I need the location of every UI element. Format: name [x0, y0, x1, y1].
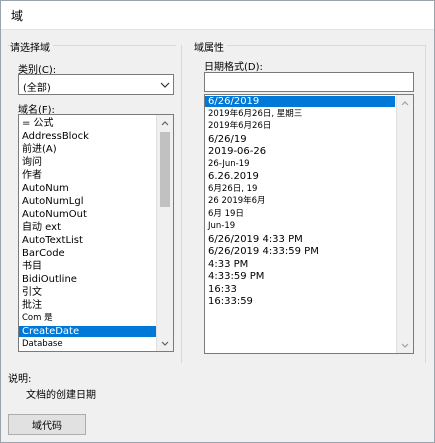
right-group-border — [194, 45, 426, 46]
field-name-item[interactable]: 引文 — [19, 287, 156, 298]
field-name-list[interactable]: Database CreateDate Com 是 批注 引文 BidiOutline 书目… — [18, 114, 174, 352]
date-format-item[interactable]: 6/26/19 — [205, 134, 395, 145]
date-format-item[interactable]: 6.26.2019 — [205, 171, 395, 182]
field-list-scrollbar[interactable] — [156, 115, 173, 351]
date-format-label: 日期格式(D): — [204, 62, 263, 73]
field-name-item[interactable]: Database — [19, 339, 156, 350]
field-name-item[interactable]: 询问 — [19, 157, 156, 168]
date-format-item[interactable]: 16:33 — [205, 284, 395, 295]
date-format-item[interactable]: 4:33 PM — [205, 259, 395, 270]
date-format-item[interactable]: 16:33:59 — [205, 296, 395, 307]
category-value: (全部) — [23, 83, 51, 94]
right-group-edge — [425, 45, 426, 363]
field-name-item[interactable]: Com 是 — [19, 313, 156, 324]
field-name-item[interactable]: BidiOutline — [19, 274, 156, 285]
date-format-item[interactable]: 2019年6月26日 — [205, 121, 395, 132]
field-name-item[interactable]: BarCode — [19, 248, 156, 259]
window-title: 域 — [11, 9, 24, 23]
date-format-item[interactable]: Jun-19 — [205, 221, 395, 232]
date-format-input[interactable] — [204, 72, 414, 92]
date-format-item[interactable]: 4:33:59 PM — [205, 271, 395, 282]
date-format-item[interactable]: 6月 19日 — [205, 209, 395, 220]
scroll-down-icon[interactable] — [157, 335, 173, 351]
field-name-item[interactable]: AutoNumOut — [19, 209, 156, 220]
date-format-item[interactable]: 6/26/2019 — [205, 96, 395, 107]
field-name-item[interactable]: AddressBlock — [19, 131, 156, 142]
scroll-up-icon[interactable] — [157, 115, 173, 131]
field-name-item[interactable]: = 公式 — [19, 118, 156, 129]
field-name-item[interactable]: AutoNum — [19, 183, 156, 194]
date-format-item[interactable]: 26-Jun-19 — [205, 159, 395, 170]
date-format-item[interactable]: 26 2019年6月 — [205, 196, 395, 207]
field-name-item[interactable]: 前进(A) — [19, 144, 156, 155]
date-format-list[interactable]: 16:33:59 16:33 4:33:59 PM 4:33 PM 6/26/2019 … — [204, 94, 414, 354]
date-format-item[interactable]: 6月26日, 19 — [205, 184, 395, 195]
scroll-up-icon[interactable] — [397, 95, 413, 111]
title-bar: 域 — [0, 0, 435, 30]
date-format-item[interactable]: 2019-06-26 — [205, 146, 395, 157]
field-name-item[interactable]: 自动 ext — [19, 222, 156, 233]
format-list-scrollbar[interactable] — [396, 95, 413, 353]
field-name-item[interactable]: 作者 — [19, 170, 156, 181]
scroll-down-icon[interactable] — [397, 337, 413, 353]
left-group-divider — [181, 45, 182, 363]
left-group-title: 请选择域 — [10, 39, 53, 54]
description-text: 文档的创建日期 — [26, 390, 96, 401]
field-name-item[interactable]: AutoTextList — [19, 235, 156, 246]
field-name-item[interactable]: CreateDate — [19, 326, 156, 337]
field-name-item[interactable]: 书目 — [19, 261, 156, 272]
date-format-item[interactable]: 6/26/2019 4:33 PM — [205, 234, 395, 245]
category-combobox[interactable]: (全部) — [18, 74, 174, 95]
field-name-item[interactable]: AutoNumLgl — [19, 196, 156, 207]
field-name-item[interactable]: 批注 — [19, 300, 156, 311]
date-format-item[interactable]: 2019年6月26日, 星期三 — [205, 109, 395, 120]
description-label: 说明: — [8, 374, 32, 385]
field-codes-button[interactable]: 域代码 — [8, 414, 86, 435]
right-group-title: 域属性 — [194, 39, 227, 54]
scroll-thumb[interactable] — [160, 132, 170, 207]
date-format-item[interactable]: 6/26/2019 4:33:59 PM — [205, 246, 395, 257]
chevron-down-icon[interactable] — [155, 75, 173, 94]
